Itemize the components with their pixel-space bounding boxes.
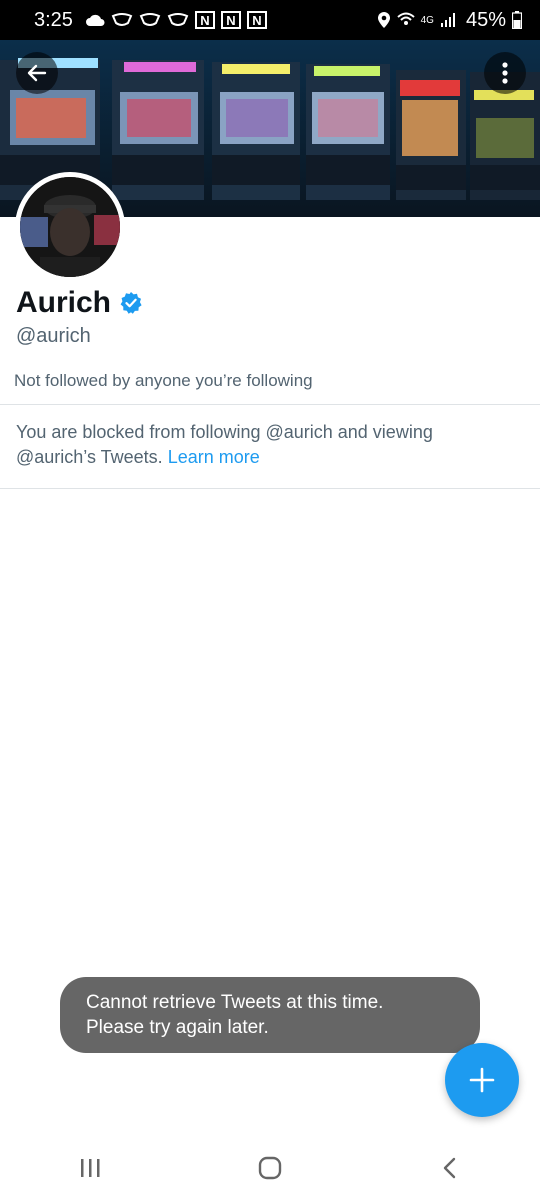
home-button[interactable] bbox=[240, 1138, 300, 1198]
notification-icon bbox=[139, 13, 161, 27]
n-badge-icon: N bbox=[220, 11, 241, 29]
network-type: 4G bbox=[420, 14, 434, 26]
display-name-text: Aurich bbox=[16, 286, 112, 319]
compose-tweet-button[interactable] bbox=[445, 1043, 519, 1117]
profile-screen: 3:25 N N N 4G 45% Aurich @aurich Not fol… bbox=[0, 0, 540, 1200]
n-badge-icon: N bbox=[194, 11, 215, 29]
avatar[interactable] bbox=[15, 172, 125, 282]
arrow-left-icon bbox=[27, 64, 47, 82]
more-vertical-icon bbox=[502, 62, 508, 84]
n-badge-icon: N bbox=[246, 11, 267, 29]
signal-icon bbox=[440, 12, 458, 28]
notification-icon bbox=[167, 13, 189, 27]
display-name: Aurich bbox=[16, 286, 143, 320]
handle: @aurich bbox=[16, 325, 91, 347]
learn-more-link[interactable]: Learn more bbox=[168, 447, 260, 467]
plus-icon bbox=[469, 1067, 495, 1093]
recent-apps-icon bbox=[81, 1158, 100, 1177]
battery-percent: 45% bbox=[465, 8, 506, 31]
wifi-icon bbox=[396, 12, 415, 28]
system-nav-bar bbox=[0, 1135, 540, 1200]
cloud-icon bbox=[85, 13, 105, 27]
divider bbox=[0, 488, 540, 489]
back-button[interactable] bbox=[16, 52, 58, 94]
status-time: 3:25 bbox=[34, 8, 73, 31]
recent-apps-button[interactable] bbox=[60, 1138, 120, 1198]
blocked-notice: You are blocked from following @aurich a… bbox=[16, 420, 516, 470]
toast-line-2: Please try again later. bbox=[86, 1017, 269, 1038]
error-toast: Cannot retrieve Tweets at this time. Ple… bbox=[60, 977, 480, 1053]
status-bar: 3:25 N N N 4G 45% bbox=[0, 0, 540, 40]
notification-icon bbox=[111, 13, 133, 27]
more-options-button[interactable] bbox=[484, 52, 526, 94]
location-icon bbox=[377, 11, 391, 29]
divider bbox=[0, 404, 540, 405]
chevron-left-icon bbox=[443, 1157, 456, 1178]
verified-badge-icon bbox=[120, 292, 142, 314]
followers-you-know[interactable]: Not followed by anyone you’re following bbox=[14, 371, 313, 391]
system-back-button[interactable] bbox=[420, 1138, 480, 1198]
toast-line-1: Cannot retrieve Tweets at this time. bbox=[86, 992, 384, 1013]
avatar-image bbox=[20, 177, 120, 277]
home-icon bbox=[258, 1156, 282, 1179]
battery-icon bbox=[512, 11, 522, 29]
